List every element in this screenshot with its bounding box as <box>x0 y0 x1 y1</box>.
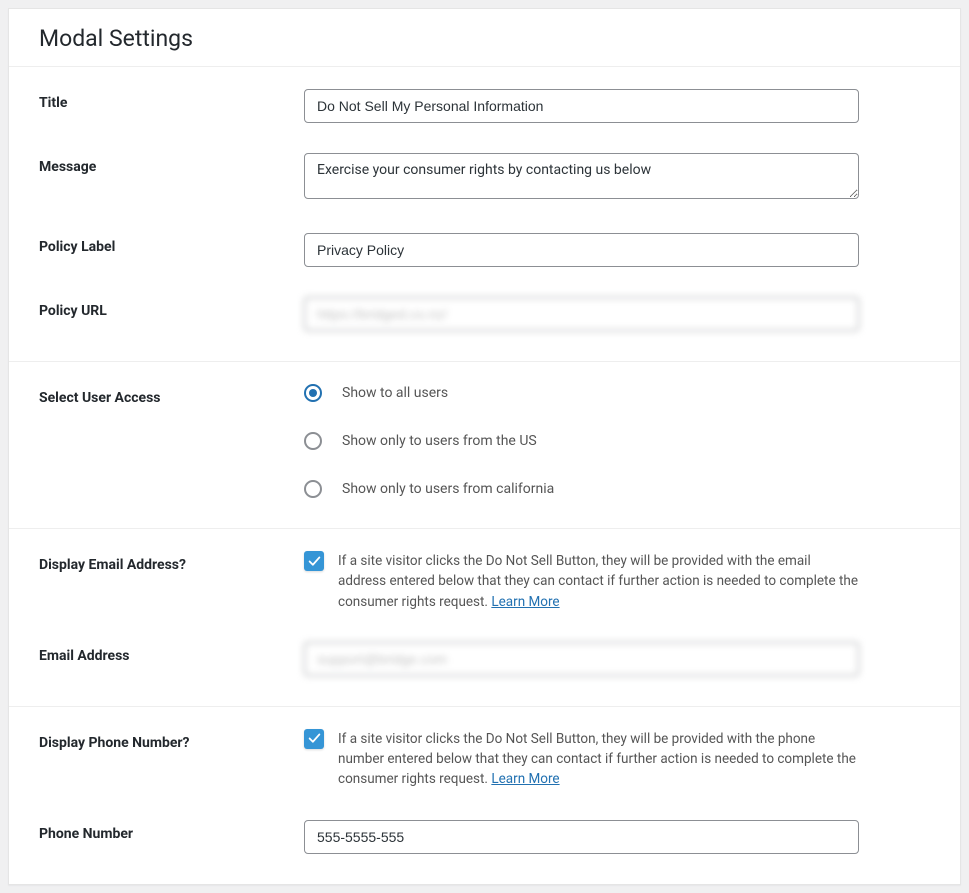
field-phone-number: Phone Number <box>39 820 930 854</box>
panel-header: Modal Settings <box>9 9 960 66</box>
display-phone-checkbox[interactable] <box>304 729 324 749</box>
label-message: Message <box>39 153 304 175</box>
label-user-access: Select User Access <box>39 384 304 406</box>
radio-california-users[interactable]: Show only to users from california <box>304 480 859 498</box>
radio-all-users[interactable]: Show to all users <box>304 384 859 402</box>
modal-settings-panel: Modal Settings Title Message Policy Labe… <box>8 8 961 885</box>
display-phone-description: If a site visitor clicks the Do Not Sell… <box>338 729 859 790</box>
field-policy-url: Policy URL <box>39 297 930 331</box>
field-policy-label: Policy Label <box>39 233 930 267</box>
checkmark-icon <box>308 732 321 745</box>
field-user-access: Select User Access Show to all users Sho… <box>39 384 930 498</box>
display-email-description: If a site visitor clicks the Do Not Sell… <box>338 551 859 612</box>
radio-icon <box>304 432 322 450</box>
label-policy-url: Policy URL <box>39 297 304 319</box>
section-basic: Title Message Policy Label Policy URL <box>9 66 960 361</box>
label-phone-number: Phone Number <box>39 820 304 842</box>
label-email-address: Email Address <box>39 642 304 664</box>
section-email: Display Email Address? If a site visitor… <box>9 528 960 706</box>
field-display-phone: Display Phone Number? If a site visitor … <box>39 729 930 790</box>
checkmark-icon <box>308 555 321 568</box>
radio-us-users[interactable]: Show only to users from the US <box>304 432 859 450</box>
learn-more-link[interactable]: Learn More <box>491 594 559 610</box>
label-display-email: Display Email Address? <box>39 551 304 573</box>
title-input[interactable] <box>304 89 859 123</box>
radio-icon <box>304 384 322 402</box>
email-address-input[interactable] <box>304 642 859 676</box>
field-message: Message <box>39 153 930 203</box>
radio-label: Show only to users from california <box>342 481 554 497</box>
policy-label-input[interactable] <box>304 233 859 267</box>
section-user-access: Select User Access Show to all users Sho… <box>9 361 960 528</box>
section-phone: Display Phone Number? If a site visitor … <box>9 706 960 884</box>
label-policy-label: Policy Label <box>39 233 304 255</box>
policy-url-input[interactable] <box>304 297 859 331</box>
radio-label: Show only to users from the US <box>342 433 537 449</box>
radio-label: Show to all users <box>342 385 448 401</box>
message-textarea[interactable] <box>304 153 859 199</box>
user-access-radio-group: Show to all users Show only to users fro… <box>304 384 859 498</box>
learn-more-link[interactable]: Learn More <box>491 771 559 787</box>
field-email-address: Email Address <box>39 642 930 676</box>
field-display-email: Display Email Address? If a site visitor… <box>39 551 930 612</box>
label-title: Title <box>39 89 304 111</box>
label-display-phone: Display Phone Number? <box>39 729 304 751</box>
field-title: Title <box>39 89 930 123</box>
phone-number-input[interactable] <box>304 820 859 854</box>
display-email-checkbox[interactable] <box>304 551 324 571</box>
radio-icon <box>304 480 322 498</box>
page-title: Modal Settings <box>39 25 930 52</box>
